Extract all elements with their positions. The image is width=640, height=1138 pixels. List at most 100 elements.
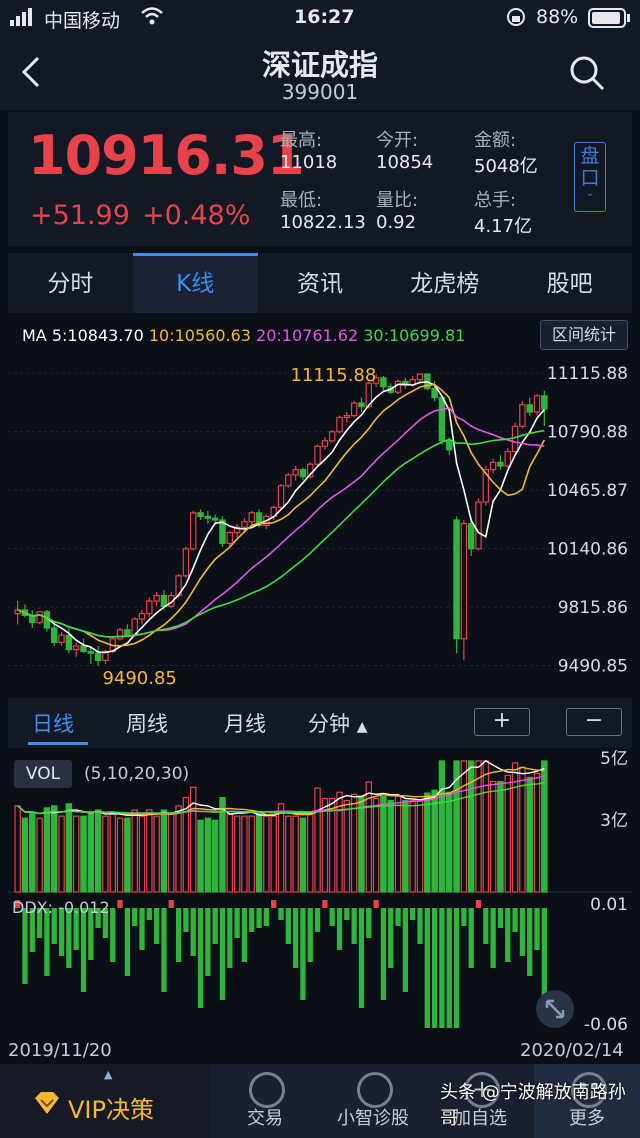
volume-bar <box>460 760 468 893</box>
volume-bar <box>270 815 277 893</box>
vol-ma30-line <box>17 782 545 815</box>
diagnose-button[interactable]: 小智诊股 <box>320 1064 426 1138</box>
vol-label: VOL <box>14 760 72 788</box>
ddx-bar <box>132 908 138 926</box>
period-month[interactable]: 月线 <box>224 708 266 738</box>
ddx-bar <box>263 908 270 926</box>
candle <box>446 440 453 451</box>
battery-icon <box>588 8 632 33</box>
candle <box>146 600 153 615</box>
expand-button[interactable] <box>536 990 574 1028</box>
kline-chart[interactable]: MA 5:10843.70 10:10560.63 20:10761.62 30… <box>8 316 632 696</box>
high-annotation: 11115.88 <box>290 365 376 386</box>
volume-bar <box>14 805 21 893</box>
volume-bar <box>277 803 285 893</box>
zoom-in-button[interactable]: + <box>474 708 530 736</box>
volume-bar <box>168 813 175 893</box>
low-label: 最低: <box>280 190 323 211</box>
candle <box>189 512 197 550</box>
period-selector: 日线 周线 月线 分钟 ▲ + − <box>8 698 632 748</box>
ddx-bar <box>307 908 313 962</box>
tab-dragon-tiger[interactable]: 龙虎榜 <box>382 253 507 313</box>
volume-bar <box>124 817 131 893</box>
pankou-button[interactable]: 盘口 ⌄ <box>574 142 606 212</box>
volume-bar <box>248 815 255 893</box>
ddx-bar <box>410 908 416 920</box>
status-bar: 中国移动 16:27 88% <box>0 0 640 36</box>
ddx-bar <box>322 900 328 908</box>
candle <box>380 377 387 388</box>
open-value: 10854 <box>376 152 434 173</box>
ddx-bar <box>249 908 255 932</box>
volume-bar <box>204 817 212 893</box>
trade-button[interactable]: 交易 <box>212 1064 318 1138</box>
candle <box>285 474 292 487</box>
ddx-bar <box>424 908 430 1028</box>
candle <box>519 404 526 428</box>
quote-panel: 10916.31 +51.99 +0.48% 最高: 11018 今开: 108… <box>8 112 632 246</box>
volume-bar <box>175 805 182 893</box>
date-axis: 2019/11/20 2020/02/14 <box>0 1040 640 1064</box>
stock-code: 399001 <box>281 80 359 104</box>
ddx-bar <box>117 900 123 908</box>
ddx-bar <box>344 908 350 920</box>
volume-bar <box>541 760 548 893</box>
tab-forum[interactable]: 股吧 <box>507 253 632 313</box>
ddx-bar <box>256 908 262 928</box>
carrier-name: 中国移动 <box>44 10 121 32</box>
clock: 16:27 <box>294 6 355 28</box>
ddx-bar <box>146 908 152 920</box>
volume-bar <box>263 815 270 893</box>
volume-bar <box>489 780 497 893</box>
tab-kline[interactable]: K线 <box>132 253 258 313</box>
ddx-bar <box>44 908 50 976</box>
y-tick-label: 10790.88 <box>547 423 628 443</box>
candle <box>416 373 424 381</box>
volume-chart[interactable]: 5亿 3亿 0.01 -0.06 VOL (5,10,20,30) DDX: -0.0… <box>8 750 632 1040</box>
candle <box>343 414 351 418</box>
volume-bar <box>321 797 329 893</box>
diamond-icon <box>32 1090 62 1120</box>
volume-bar <box>21 817 29 893</box>
vip-decision-button[interactable]: ▲ VIP决策 <box>0 1064 210 1138</box>
volume-bar <box>211 819 219 893</box>
tab-timeshare[interactable]: 分时 <box>8 253 133 313</box>
volume-bar <box>87 811 95 893</box>
low-annotation: 9490.85 <box>102 668 176 689</box>
total-lots-value: 4.17亿 <box>474 216 533 237</box>
ddx-bar <box>300 908 306 1000</box>
volume-bar <box>372 797 380 893</box>
period-day[interactable]: 日线 <box>32 708 74 738</box>
period-minute[interactable]: 分钟 ▲ <box>308 708 367 738</box>
ddx-bar <box>431 908 438 1028</box>
volume-bar <box>380 795 387 893</box>
tab-news[interactable]: 资讯 <box>258 253 383 313</box>
volume-bar <box>160 809 168 893</box>
volume-bar <box>29 811 36 893</box>
ddx-bar <box>154 908 160 944</box>
lock-rotation-icon <box>506 7 526 32</box>
wifi-icon <box>140 6 164 31</box>
zoom-out-button[interactable]: − <box>566 708 622 736</box>
ddx-bar <box>453 908 460 1028</box>
ddx-bar <box>205 908 211 976</box>
ddx-bar <box>519 908 526 956</box>
y-tick-label: 10465.87 <box>547 481 628 501</box>
ddx-bar <box>402 908 408 992</box>
candle <box>321 440 329 447</box>
candle <box>124 629 131 636</box>
ddx-bar <box>446 908 452 1028</box>
total-lots-label: 总手: <box>474 190 517 211</box>
vol-axis-label: 5亿 <box>600 750 628 769</box>
ddx-bar <box>380 908 387 1000</box>
y-tick-label: 9815.86 <box>558 598 628 618</box>
ddx-bar <box>373 900 379 908</box>
volume-bar <box>504 774 512 893</box>
volume-bar <box>497 780 504 893</box>
candle <box>350 402 358 417</box>
candle <box>50 627 58 643</box>
search-button[interactable] <box>568 54 606 96</box>
open-label: 今开: <box>376 130 419 151</box>
volume-bar <box>343 799 351 893</box>
period-week[interactable]: 周线 <box>126 708 168 738</box>
